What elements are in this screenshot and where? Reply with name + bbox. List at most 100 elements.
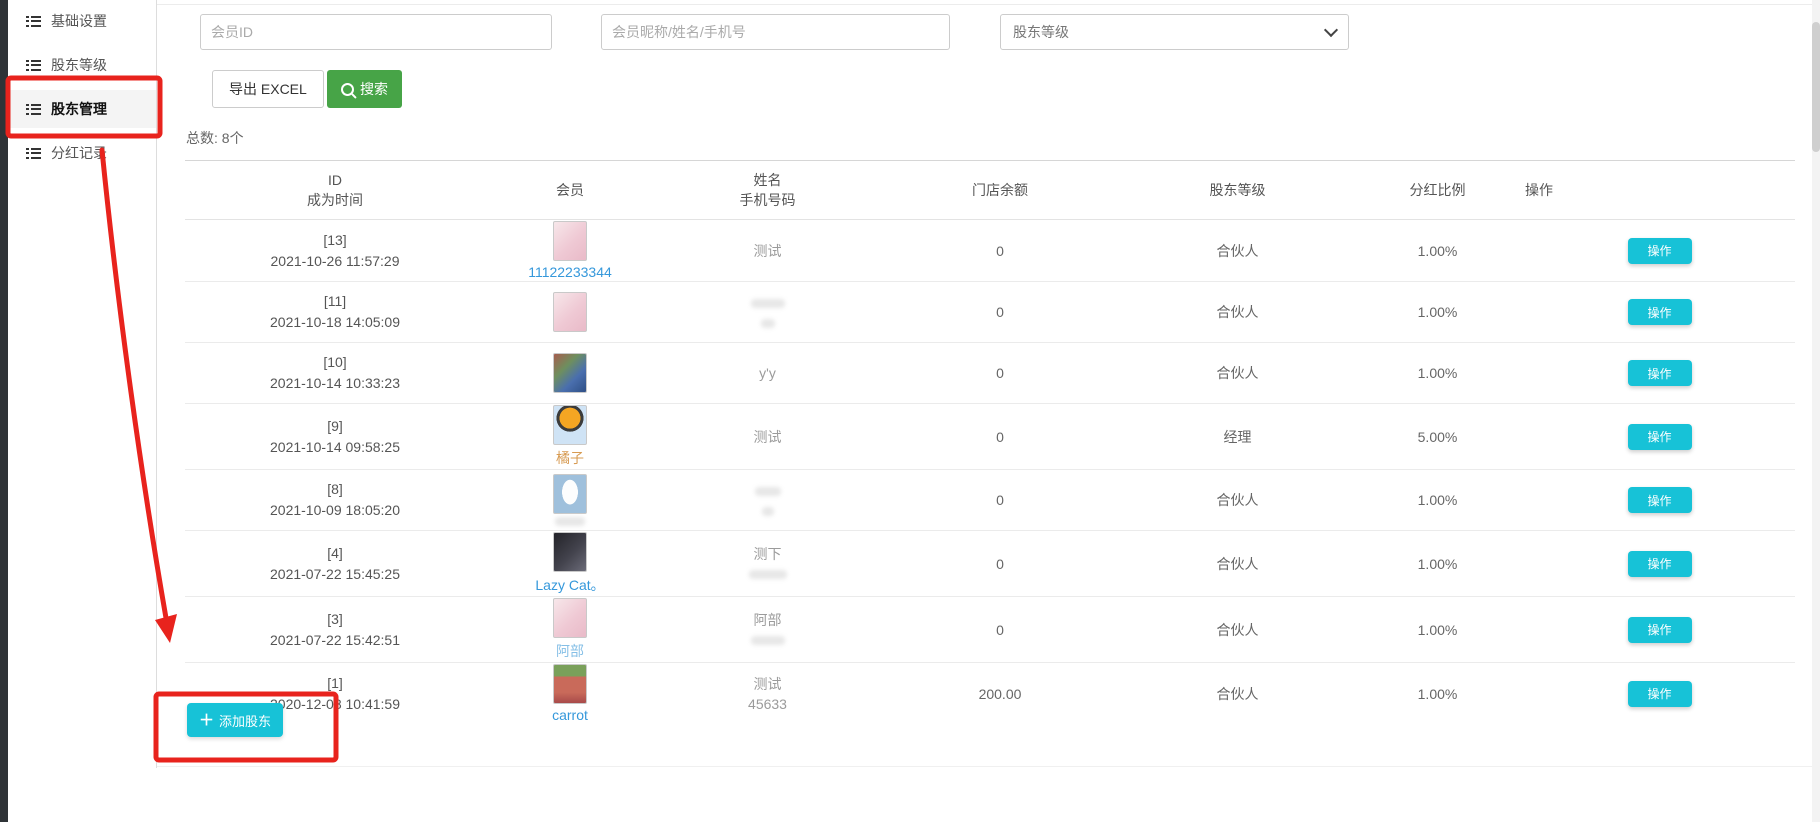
column-header-member: 会员	[485, 161, 655, 220]
row-action-button[interactable]: 操作	[1628, 299, 1692, 325]
table-row: [3] 2021-07-22 15:42:51 阿部 阿部 0 合伙人 1.00…	[185, 597, 1795, 663]
redacted-phone	[749, 570, 787, 579]
member-nickname-link[interactable]: 橘子	[556, 448, 584, 468]
member-name: 测试	[656, 427, 879, 447]
avatar-photo-image	[553, 353, 587, 393]
list-icon	[26, 60, 41, 71]
redacted-nickname	[555, 517, 585, 526]
table-row: [11] 2021-10-18 14:05:09 0 合伙人 1.00% 操作	[185, 282, 1795, 343]
nickname-name-phone-input[interactable]	[601, 14, 950, 50]
search-button[interactable]: 搜索	[327, 70, 402, 108]
table-row: [1] 2020-12-08 10:41:59 carrot 测试 45633 …	[185, 663, 1795, 725]
search-icon	[341, 83, 354, 96]
column-header-name-phone: 姓名手机号码	[655, 161, 880, 220]
total-count-text: 总数: 8个	[186, 128, 244, 148]
table-header-row: ID成为时间 会员 姓名手机号码 门店余额 股东等级 分红比例 操作	[185, 161, 1795, 220]
shareholder-admin-page: { "colors": { "annotation_red": "#e8231d…	[0, 0, 1820, 822]
member-phone: 45633	[656, 694, 879, 714]
shareholder-level: 合伙人	[1120, 663, 1355, 725]
shareholder-level: 合伙人	[1120, 282, 1355, 343]
member-nickname-link[interactable]: carrot	[552, 707, 588, 723]
dividend-ratio: 1.00%	[1355, 663, 1520, 725]
table-row: [10] 2021-10-14 10:33:23 y'y 0 合伙人 1.00%…	[185, 343, 1795, 404]
member-id: [1]	[186, 673, 484, 694]
sidebar-item-shareholder-level[interactable]: 股东等级	[8, 46, 156, 84]
store-balance: 0	[880, 343, 1120, 404]
column-header-id-time: ID成为时间	[185, 161, 485, 220]
sidebar-item-label: 基础设置	[51, 11, 107, 31]
member-name: 测试	[656, 241, 879, 261]
row-action-button[interactable]: 操作	[1628, 424, 1692, 450]
row-action-button[interactable]: 操作	[1628, 551, 1692, 577]
search-button-label: 搜索	[360, 79, 388, 99]
member-name: 测试	[656, 674, 879, 694]
sidebar-item-basic-settings[interactable]: 基础设置	[8, 2, 156, 40]
column-header-level: 股东等级	[1120, 161, 1355, 220]
member-id: [9]	[186, 416, 484, 437]
shareholder-level: 合伙人	[1120, 531, 1355, 597]
row-action-button[interactable]: 操作	[1628, 360, 1692, 386]
store-balance: 0	[880, 531, 1120, 597]
annotation-arrow-head	[155, 614, 177, 643]
scrollbar-thumb[interactable]	[1812, 22, 1820, 152]
sidebar: 基础设置 股东等级 股东管理 分红记录	[8, 0, 157, 768]
store-balance: 0	[880, 220, 1120, 282]
shareholder-level: 合伙人	[1120, 470, 1355, 531]
select-value: 股东等级	[1013, 22, 1069, 42]
shareholder-level-select[interactable]: 股东等级	[1000, 14, 1349, 50]
row-action-button[interactable]: 操作	[1628, 681, 1692, 707]
sidebar-item-label: 股东管理	[51, 99, 107, 119]
avatar-pink-rabbit-image	[553, 292, 587, 332]
member-nickname-link[interactable]: Lazy Cat。	[535, 575, 604, 595]
member-name: 阿部	[656, 610, 879, 630]
row-action-button[interactable]: 操作	[1628, 487, 1692, 513]
sidebar-item-label: 股东等级	[51, 55, 107, 75]
list-icon	[26, 148, 41, 159]
row-action-button[interactable]: 操作	[1628, 617, 1692, 643]
sidebar-item-dividend-records[interactable]: 分红记录	[8, 134, 156, 172]
avatar-pink-rabbit-image	[553, 598, 587, 638]
member-id: [13]	[186, 230, 484, 251]
member-id: [4]	[186, 543, 484, 564]
become-time: 2021-10-09 18:05:20	[186, 500, 484, 521]
avatar-pink-rabbit-image	[553, 221, 587, 261]
member-id: [10]	[186, 352, 484, 373]
chevron-down-icon	[1324, 22, 1338, 36]
redacted-name	[755, 487, 781, 496]
member-nickname-link[interactable]: 阿部	[556, 641, 584, 661]
become-time: 2021-10-26 11:57:29	[186, 251, 484, 272]
left-dark-strip	[0, 0, 8, 822]
avatar-blue-image	[553, 474, 587, 514]
member-id: [8]	[186, 479, 484, 500]
list-icon	[26, 104, 41, 115]
export-excel-button[interactable]: 导出 EXCEL	[212, 70, 324, 108]
sidebar-item-shareholder-management[interactable]: 股东管理	[8, 90, 156, 128]
add-shareholder-label: 添加股东	[219, 711, 271, 730]
store-balance: 0	[880, 404, 1120, 470]
shareholders-table: ID成为时间 会员 姓名手机号码 门店余额 股东等级 分红比例 操作 [13] …	[185, 160, 1795, 724]
column-header-dividend-ratio: 分红比例	[1355, 161, 1520, 220]
dividend-ratio: 1.00%	[1355, 597, 1520, 663]
list-icon	[26, 16, 41, 27]
dividend-ratio: 1.00%	[1355, 220, 1520, 282]
add-shareholder-button[interactable]: ＋ 添加股东	[187, 703, 283, 737]
redacted-phone	[761, 319, 775, 328]
shareholder-level: 合伙人	[1120, 220, 1355, 282]
member-id: [11]	[186, 291, 484, 312]
member-id-input[interactable]	[200, 14, 552, 50]
redacted-phone	[751, 636, 785, 645]
member-nickname-link[interactable]: 11122233344	[528, 264, 612, 280]
content-top-divider	[157, 4, 1812, 5]
column-header-action: 操作	[1520, 161, 1795, 220]
avatar-dark-photo-image	[553, 532, 587, 572]
shareholder-level: 经理	[1120, 404, 1355, 470]
shareholder-level: 合伙人	[1120, 597, 1355, 663]
store-balance: 0	[880, 282, 1120, 343]
dividend-ratio: 1.00%	[1355, 470, 1520, 531]
become-time: 2021-10-14 10:33:23	[186, 373, 484, 394]
row-action-button[interactable]: 操作	[1628, 238, 1692, 264]
shareholder-level: 合伙人	[1120, 343, 1355, 404]
content-bottom-divider	[157, 766, 1812, 767]
plus-icon: ＋	[199, 713, 214, 728]
dividend-ratio: 1.00%	[1355, 282, 1520, 343]
